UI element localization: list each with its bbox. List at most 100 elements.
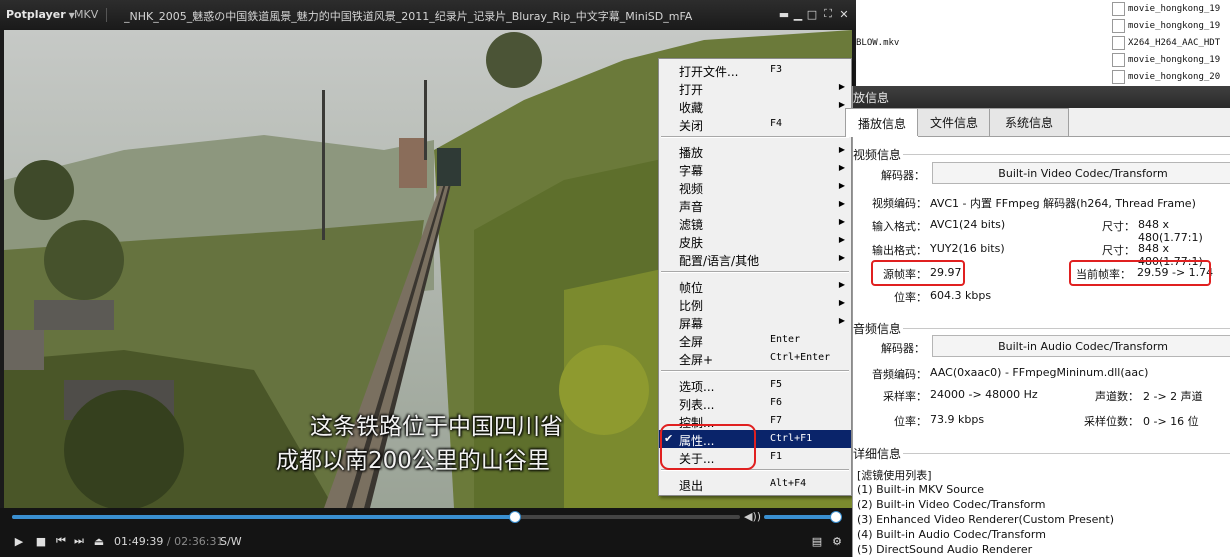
output-format-label: 输出格式： xyxy=(872,244,927,257)
input-format-label: 输入格式： xyxy=(872,220,927,233)
menu-item[interactable]: 打开文件... F3 xyxy=(659,61,851,79)
menu-item-label: 屏幕 xyxy=(679,317,704,331)
menu-item[interactable]: 比例 ▶ xyxy=(659,295,851,313)
menu-item-label: 视频 xyxy=(679,182,704,196)
format-label: MKV xyxy=(74,8,99,21)
menu-separator xyxy=(661,271,849,273)
submenu-arrow-icon: ▶ xyxy=(838,82,845,91)
menu-item-shortcut: F4 xyxy=(770,118,783,129)
audio-decoder-label: 解码器： xyxy=(881,342,925,355)
menu-item[interactable]: 打开 ▶ xyxy=(659,79,851,97)
menu-item-label: 比例 xyxy=(679,299,704,313)
file-icon xyxy=(1112,1,1125,16)
input-size-label: 尺寸： xyxy=(1102,220,1135,233)
properties-titlebar[interactable]: 放信息 xyxy=(853,86,1230,108)
submenu-arrow-icon: ▶ xyxy=(838,145,845,154)
menu-item[interactable]: 帧位 ▶ xyxy=(659,277,851,295)
seek-bar[interactable] xyxy=(12,511,740,523)
filter-list-item: (3) Enhanced Video Renderer(Custom Prese… xyxy=(857,513,1114,526)
time-mode[interactable]: S/W xyxy=(220,535,242,548)
menu-item-label: 皮肤 xyxy=(679,236,704,250)
playlist-icon[interactable]: ▤ xyxy=(810,534,824,548)
file-icon xyxy=(1112,35,1125,50)
eject-icon[interactable]: ⏏ xyxy=(92,534,106,548)
submenu-arrow-icon: ▶ xyxy=(838,253,845,262)
channels-value: 2 -> 2 声道 xyxy=(1143,390,1203,403)
menu-item[interactable]: 声音 ▶ xyxy=(659,196,851,214)
menu-item-label: 列表... xyxy=(679,398,715,412)
gear-icon[interactable]: ⚙ xyxy=(830,534,844,548)
menu-item[interactable]: 配置/语言/其他 ▶ xyxy=(659,250,851,268)
seek-handle[interactable] xyxy=(509,511,522,523)
menu-item-shortcut: F1 xyxy=(770,451,783,462)
video-decoder-label: 解码器： xyxy=(881,169,925,182)
video-codec-label: 视频编码： xyxy=(872,197,927,210)
video-bitrate-label: 位率： xyxy=(894,291,927,304)
highlight-annotation xyxy=(1069,260,1211,286)
menu-item[interactable]: 播放 ▶ xyxy=(659,142,851,160)
menu-item-label: 帧位 xyxy=(679,281,704,295)
output-size-label: 尺寸： xyxy=(1102,244,1135,257)
audio-bitrate-value: 73.9 kbps xyxy=(930,413,985,426)
file-list-item[interactable]: movie_hongkong_20 xyxy=(1112,68,1230,85)
video-title: _NHK_2005_魅惑の中国鉄道風景_魅力的中国铁道风景_2011_纪录片_记… xyxy=(124,10,693,23)
player-titlebar[interactable]: Potplayer ▼ MKV _NHK_2005_魅惑の中国鉄道風景_魅力的中国… xyxy=(0,0,856,30)
play-icon[interactable]: ▶ xyxy=(12,534,26,548)
menu-item[interactable]: 字幕 ▶ xyxy=(659,160,851,178)
menu-item-label: 打开 xyxy=(679,83,704,97)
filter-list-header: [滤镜使用列表] xyxy=(857,469,932,482)
file-list-item[interactable]: movie_hongkong_19 xyxy=(1112,0,1230,17)
properties-body: 视频信息 解码器： Built-in Video Codec/Transform… xyxy=(853,137,1230,557)
menu-item[interactable]: 滤镜 ▶ xyxy=(659,214,851,232)
file-list-item[interactable]: movie_hongkong_19 xyxy=(1112,51,1230,68)
menu-item-label: 打开文件... xyxy=(679,65,739,79)
menu-item-shortcut: Alt+F4 xyxy=(770,478,807,489)
menu-item[interactable]: 退出 Alt+F4 xyxy=(659,475,851,493)
menu-item[interactable]: 选项... F5 xyxy=(659,376,851,394)
close-icon[interactable]: ✕ xyxy=(838,8,850,21)
menu-lines-icon[interactable]: ▬ xyxy=(778,8,790,21)
properties-title: 放信息 xyxy=(853,91,890,105)
menu-item-label: 播放 xyxy=(679,146,704,160)
video-decoder-button[interactable]: Built-in Video Codec/Transform xyxy=(932,162,1230,184)
menu-item[interactable]: 全屏 Enter xyxy=(659,331,851,349)
next-icon[interactable]: ⏭ xyxy=(72,534,86,548)
file-icon xyxy=(1112,69,1125,84)
previous-icon[interactable]: ⏮ xyxy=(54,534,68,548)
submenu-arrow-icon: ▶ xyxy=(838,298,845,307)
playback-controls: ◀)) ▶ ■ ⏮ ⏭ ⏏ 01:49:39 / 02:36:31 S/W ▤ … xyxy=(0,508,856,557)
minimize-icon[interactable]: ▁ xyxy=(792,8,804,21)
volume-icon[interactable]: ◀)) xyxy=(744,510,761,523)
file-list-item[interactable]: movie_hongkong_19 xyxy=(1112,17,1230,34)
maximize-icon[interactable]: □ xyxy=(806,8,818,21)
audio-codec-value: AAC(0xaac0) - FFmpegMininum.dll(aac) xyxy=(930,366,1149,379)
file-list-item[interactable]: X264_H264_AAC_HDT xyxy=(1112,34,1230,51)
brand-menu-button[interactable]: Potplayer ▼ xyxy=(6,8,75,21)
volume-handle[interactable] xyxy=(830,511,842,523)
background-file-list: movie_hongkong_19 movie_hongkong_19 X264… xyxy=(1112,0,1230,85)
menu-item[interactable]: 列表... F6 xyxy=(659,394,851,412)
menu-item-label: 字幕 xyxy=(679,164,704,178)
menu-item-shortcut: Enter xyxy=(770,334,801,345)
filter-list-item: (5) DirectSound Audio Renderer xyxy=(857,543,1033,556)
time-display: 01:49:39 / 02:36:31 xyxy=(114,535,224,548)
tab-system-info[interactable]: 系统信息 xyxy=(989,108,1069,136)
menu-separator xyxy=(661,136,849,138)
menu-item[interactable]: 皮肤 ▶ xyxy=(659,232,851,250)
channels-label: 声道数： xyxy=(1095,390,1139,403)
menu-item[interactable]: 屏幕 ▶ xyxy=(659,313,851,331)
menu-item[interactable]: 视频 ▶ xyxy=(659,178,851,196)
submenu-arrow-icon: ▶ xyxy=(838,199,845,208)
volume-slider[interactable] xyxy=(764,511,842,523)
stop-icon[interactable]: ■ xyxy=(34,534,48,548)
menu-item[interactable]: 关闭 F4 xyxy=(659,115,851,133)
menu-item[interactable]: 收藏 ▶ xyxy=(659,97,851,115)
submenu-arrow-icon: ▶ xyxy=(838,280,845,289)
tab-playback-info[interactable]: 播放信息 xyxy=(845,108,919,137)
fullscreen-icon[interactable]: ⛶ xyxy=(822,7,834,20)
menu-item[interactable]: 全屏+ Ctrl+Enter xyxy=(659,349,851,367)
audio-decoder-button[interactable]: Built-in Audio Codec/Transform xyxy=(932,335,1230,357)
video-section-title: 视频信息 xyxy=(853,148,902,162)
video-codec-value: AVC1 - 内置 FFmpeg 解码器(h264, Thread Frame) xyxy=(930,197,1196,210)
tab-file-info[interactable]: 文件信息 xyxy=(917,108,991,136)
